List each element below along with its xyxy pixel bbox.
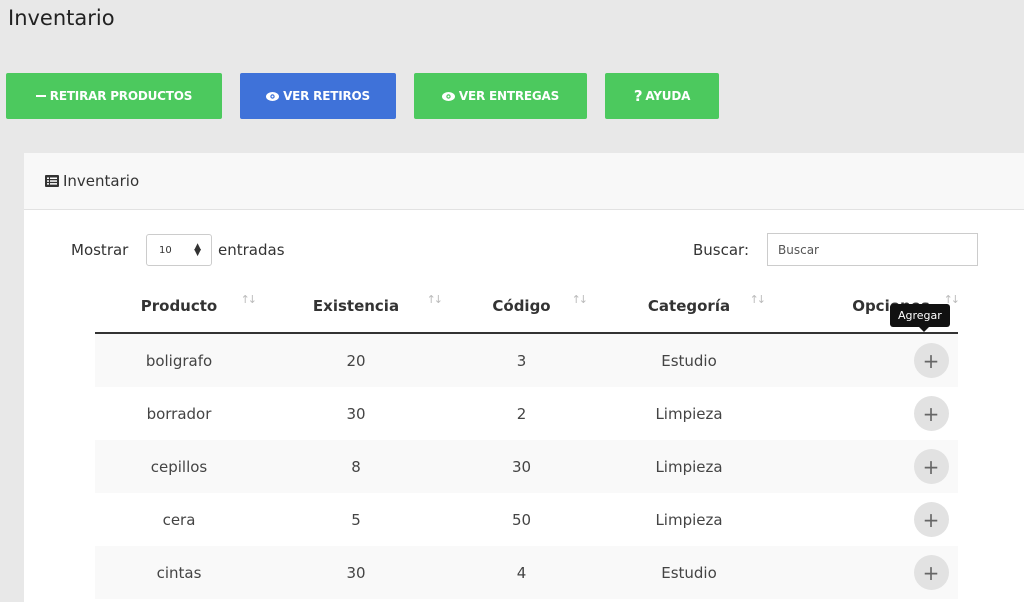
table-row: cera 5 50 Limpieza +	[95, 493, 958, 546]
list-icon	[45, 175, 59, 187]
column-codigo[interactable]: Código ↑↓	[449, 279, 594, 334]
page-length-select[interactable]: 10 ▲ ▼	[146, 234, 212, 266]
ayuda-label: AYUDA	[645, 89, 691, 103]
column-producto[interactable]: Producto ↑↓	[95, 279, 263, 334]
column-codigo-label: Código	[492, 296, 551, 315]
cell-codigo: 2	[516, 404, 527, 423]
length-label: Mostrar	[71, 241, 129, 259]
ver-entregas-button[interactable]: VER ENTREGAS	[414, 73, 587, 119]
cell-opciones: +	[784, 440, 958, 493]
page-length-value: 10	[159, 244, 172, 256]
agregar-tooltip: Agregar	[890, 304, 950, 332]
select-arrows-icon: ▲ ▼	[194, 242, 201, 258]
cell-existencia: 20	[346, 351, 366, 370]
retirar-productos-label: RETIRAR PRODUCTOS	[49, 89, 193, 103]
cell-existencia: 5	[351, 510, 361, 529]
cell-opciones: +	[784, 493, 958, 546]
table-row: boligrafo 20 3 Estudio +	[95, 333, 958, 387]
table-header-row: Producto ↑↓ Existencia ↑↓ Código ↑↓ Cate…	[95, 279, 958, 334]
search-label: Buscar:	[693, 241, 750, 259]
table-row: borrador 30 2 Limpieza +	[95, 387, 958, 440]
retirar-productos-button[interactable]: RETIRAR PRODUCTOS	[6, 73, 222, 119]
inventory-table: Producto ↑↓ Existencia ↑↓ Código ↑↓ Cate…	[95, 279, 958, 599]
card-header: Inventario	[24, 153, 1024, 210]
sort-icon: ↑↓	[749, 293, 767, 306]
column-existencia-label: Existencia	[312, 296, 400, 315]
eye-icon	[266, 91, 280, 101]
eye-icon	[441, 91, 455, 101]
cell-producto: cintas	[156, 563, 202, 582]
cell-codigo: 4	[516, 563, 527, 582]
add-button[interactable]: +	[913, 555, 949, 590]
cell-codigo: 50	[511, 510, 532, 529]
cell-categoria: Estudio	[661, 351, 717, 370]
cell-producto: cera	[162, 510, 196, 529]
cell-codigo: 3	[516, 351, 527, 370]
cell-categoria: Limpieza	[655, 457, 723, 476]
cell-categoria: Limpieza	[655, 510, 723, 529]
cell-opciones: +	[784, 546, 958, 599]
ver-retiros-label: VER RETIROS	[283, 89, 370, 103]
inventory-card: Inventario Mostrar 10 ▲ ▼ entradas Buscar…	[24, 153, 1024, 602]
cell-codigo: 30	[511, 457, 532, 476]
card-title: Inventario	[63, 172, 140, 190]
cell-categoria: Estudio	[661, 563, 717, 582]
ayuda-button[interactable]: ? AYUDA	[605, 73, 719, 119]
table-row: cintas 30 4 Estudio +	[95, 546, 958, 599]
length-suffix: entradas	[218, 241, 285, 259]
cell-categoria: Limpieza	[655, 404, 723, 423]
sort-icon: ↑↓	[240, 293, 258, 306]
question-icon: ?	[633, 87, 643, 105]
cell-opciones: +	[784, 387, 958, 440]
add-button[interactable]: +	[913, 343, 949, 378]
cell-producto: cepillos	[150, 457, 208, 476]
add-button[interactable]: +	[913, 396, 949, 431]
minus-icon	[35, 95, 46, 97]
column-categoria-label: Categoría	[647, 296, 731, 315]
add-button[interactable]: +	[913, 502, 949, 537]
cell-existencia: 30	[346, 404, 366, 423]
column-existencia[interactable]: Existencia ↑↓	[263, 279, 449, 334]
table-row: cepillos 8 30 Limpieza +	[95, 440, 958, 493]
ver-retiros-button[interactable]: VER RETIROS	[240, 73, 396, 119]
column-categoria[interactable]: Categoría ↑↓	[594, 279, 784, 334]
cell-producto: boligrafo	[145, 351, 213, 370]
add-button[interactable]: +	[913, 449, 949, 484]
column-producto-label: Producto	[140, 296, 218, 315]
ver-entregas-label: VER ENTREGAS	[458, 89, 560, 103]
cell-producto: borrador	[146, 404, 212, 423]
cell-opciones: +	[784, 333, 958, 387]
page-title: Inventario	[8, 6, 115, 30]
cell-existencia: 30	[346, 563, 366, 582]
sort-icon: ↑↓	[426, 293, 444, 306]
sort-icon: ↑↓	[571, 293, 589, 306]
cell-existencia: 8	[351, 457, 361, 476]
search-input[interactable]	[767, 233, 978, 266]
